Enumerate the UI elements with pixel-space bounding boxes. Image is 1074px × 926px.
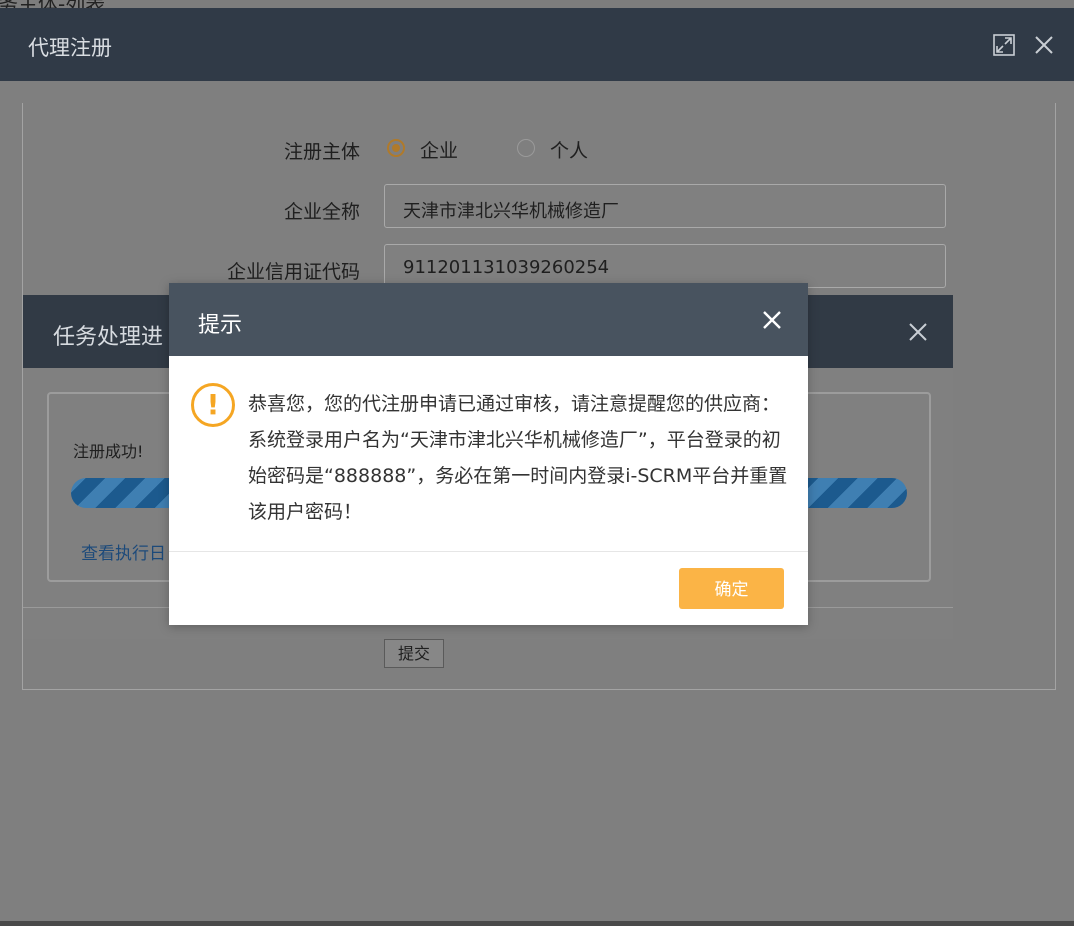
radio-enterprise-label[interactable]: 企业 [420, 136, 458, 163]
alert-dialog: 提示 ! 恭喜您，您的代注册申请已通过审核，请注意提醒您的供应商：系统登录用户名… [169, 283, 808, 625]
progress-close-icon[interactable] [907, 321, 929, 343]
status-text: 注册成功! [73, 442, 144, 461]
maximize-icon[interactable] [993, 34, 1015, 56]
company-name-label: 企业全称 [283, 201, 360, 223]
main-dialog-title: 代理注册 [28, 36, 112, 60]
alert-close-icon[interactable] [761, 309, 783, 331]
background-window-title-text: 务主体-列表 [0, 0, 105, 8]
alert-divider [169, 551, 808, 552]
radio-individual-label[interactable]: 个人 [550, 136, 588, 163]
main-dialog-header: 代理注册 [0, 8, 1074, 81]
close-icon[interactable] [1033, 34, 1055, 56]
alert-title: 提示 [198, 313, 243, 338]
radio-individual[interactable] [517, 139, 535, 157]
credit-code-input[interactable]: 911201131039260254 [384, 244, 946, 288]
progress-dialog-title: 任务处理进 [53, 325, 164, 350]
view-log-link[interactable]: 查看执行日 [81, 539, 166, 564]
radio-enterprise-dot [392, 144, 400, 152]
background-window-title: 务主体-列表 [0, 0, 1074, 8]
alert-header: 提示 [169, 283, 808, 356]
radio-enterprise[interactable] [387, 139, 405, 157]
warning-icon: ! [191, 383, 235, 427]
company-name-input[interactable]: 天津市津北兴华机械修造厂 [384, 184, 946, 228]
credit-code-label: 企业信用证代码 [226, 261, 360, 283]
submit-button[interactable]: 提交 [384, 639, 444, 668]
reg-subject-label: 注册主体 [283, 141, 360, 163]
alert-message: 恭喜您，您的代注册申请已通过审核，请注意提醒您的供应商：系统登录用户名为“天津市… [248, 393, 788, 523]
bottom-edge [0, 921, 1074, 926]
confirm-button[interactable]: 确定 [679, 568, 784, 609]
